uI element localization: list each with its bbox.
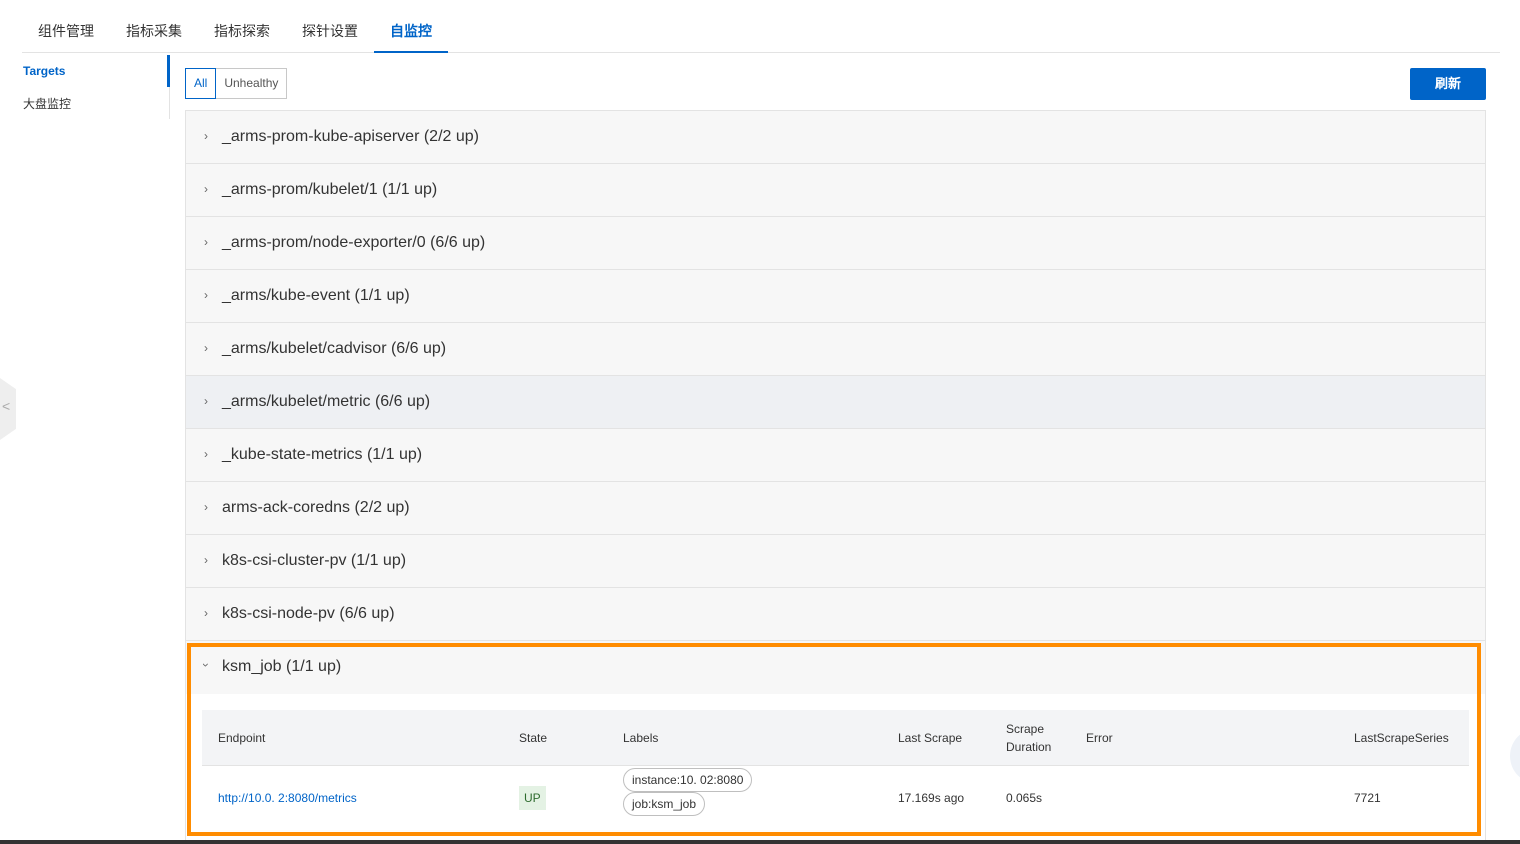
chevron-down-icon: › [199,663,213,667]
health-filter: All Unhealthy [185,68,288,99]
sidebar-item-dashboard[interactable]: 大盘监控 [23,95,71,112]
job-row[interactable]: › _arms/kubelet/metric (6/6 up) [186,376,1485,429]
job-row[interactable]: › _arms/kube-event (1/1 up) [186,270,1485,323]
chevron-right-icon: › [204,288,208,302]
col-endpoint: Endpoint [218,731,266,745]
job-title: _arms/kube-event (1/1 up) [222,287,410,304]
filter-unhealthy-button[interactable]: Unhealthy [216,68,288,99]
col-scrape-duration-line2: Duration [1006,740,1052,754]
state-badge: UP [519,786,546,810]
job-title: _arms/kubelet/cadvisor (6/6 up) [222,340,447,357]
chevron-left-icon: < [2,398,11,414]
top-tab-bar: 组件管理 指标采集 指标探索 探针设置 自监控 [22,0,1500,53]
job-title: _arms/kubelet/metric (6/6 up) [222,393,431,410]
tab-metric-explore[interactable]: 指标探索 [198,0,286,52]
scrape-duration-value: 0.065s [1006,791,1043,805]
tab-component-management[interactable]: 组件管理 [22,0,110,52]
chevron-right-icon: › [204,235,208,249]
last-scrape-value: 17.169s ago [898,791,965,805]
last-scrape-series-value: 7721 [1354,791,1381,805]
label-chip-instance: instance:10. 02:8080 [623,768,753,792]
job-title: k8s-csi-node-pv (6/6 up) [222,605,395,622]
chevron-right-icon: › [204,500,208,514]
job-row[interactable]: › _arms-prom-kube-apiserver (2/2 up) [186,111,1485,164]
endpoint-link[interactable]: http://10.0. 2:8080/metrics [218,791,357,805]
job-row-expanded[interactable]: › ksm_job (1/1 up) [186,641,1485,694]
table-header: Endpoint State Labels Last Scrape Scrape… [202,710,1469,766]
tab-metric-collection[interactable]: 指标采集 [110,0,198,52]
col-last-scrape-series: LastScrapeSeries [1354,731,1449,745]
table-row: http://10.0. 2:8080/metrics UP instance:… [202,766,1469,830]
job-title: _arms-prom-kube-apiserver (2/2 up) [222,128,479,145]
sidebar-active-indicator [167,55,170,87]
job-title: _arms-prom/node-exporter/0 (6/6 up) [222,234,486,251]
job-row[interactable]: › _arms-prom/kubelet/1 (1/1 up) [186,164,1485,217]
chevron-right-icon: › [204,394,208,408]
filter-all-button[interactable]: All [185,68,217,99]
job-row[interactable]: › _arms/kubelet/cadvisor (6/6 up) [186,323,1485,376]
tab-self-monitoring[interactable]: 自监控 [374,0,448,53]
job-row[interactable]: › _arms-prom/node-exporter/0 (6/6 up) [186,217,1485,270]
job-row[interactable]: › arms-ack-coredns (2/2 up) [186,482,1485,535]
tab-probe-settings[interactable]: 探针设置 [286,0,374,52]
job-row[interactable]: › _kube-state-metrics (1/1 up) [186,429,1485,482]
bottom-divider [0,840,1520,844]
col-error: Error [1086,731,1113,745]
label-chip-job: job:ksm_job [623,792,706,816]
col-state: State [519,731,548,745]
job-title: ksm_job (1/1 up) [222,658,342,675]
chevron-right-icon: › [204,182,208,196]
chevron-right-icon: › [204,553,208,567]
job-row[interactable]: › k8s-csi-node-pv (6/6 up) [186,588,1485,641]
floating-help-button[interactable] [1510,728,1520,784]
job-title: _kube-state-metrics (1/1 up) [222,446,423,463]
col-last-scrape: Last Scrape [898,731,963,745]
refresh-button[interactable]: 刷新 [1410,68,1486,100]
job-targets-table: Endpoint State Labels Last Scrape Scrape… [186,694,1485,844]
job-title: _arms-prom/kubelet/1 (1/1 up) [222,181,438,198]
job-title: arms-ack-coredns (2/2 up) [222,499,410,516]
chevron-right-icon: › [204,606,208,620]
chevron-right-icon: › [204,341,208,355]
sidebar: Targets 大盘监控 [0,55,170,119]
target-job-list: › _arms-prom-kube-apiserver (2/2 up) › _ar… [185,110,1486,844]
chevron-right-icon: › [204,129,208,143]
col-scrape-duration-line1: Scrape [1006,722,1045,736]
col-labels: Labels [623,731,659,745]
chevron-right-icon: › [204,447,208,461]
job-title: k8s-csi-cluster-pv (1/1 up) [222,552,407,569]
collapse-sidebar-handle[interactable]: < [0,378,16,440]
sidebar-item-targets[interactable]: Targets [23,64,65,78]
job-row[interactable]: › k8s-csi-cluster-pv (1/1 up) [186,535,1485,588]
